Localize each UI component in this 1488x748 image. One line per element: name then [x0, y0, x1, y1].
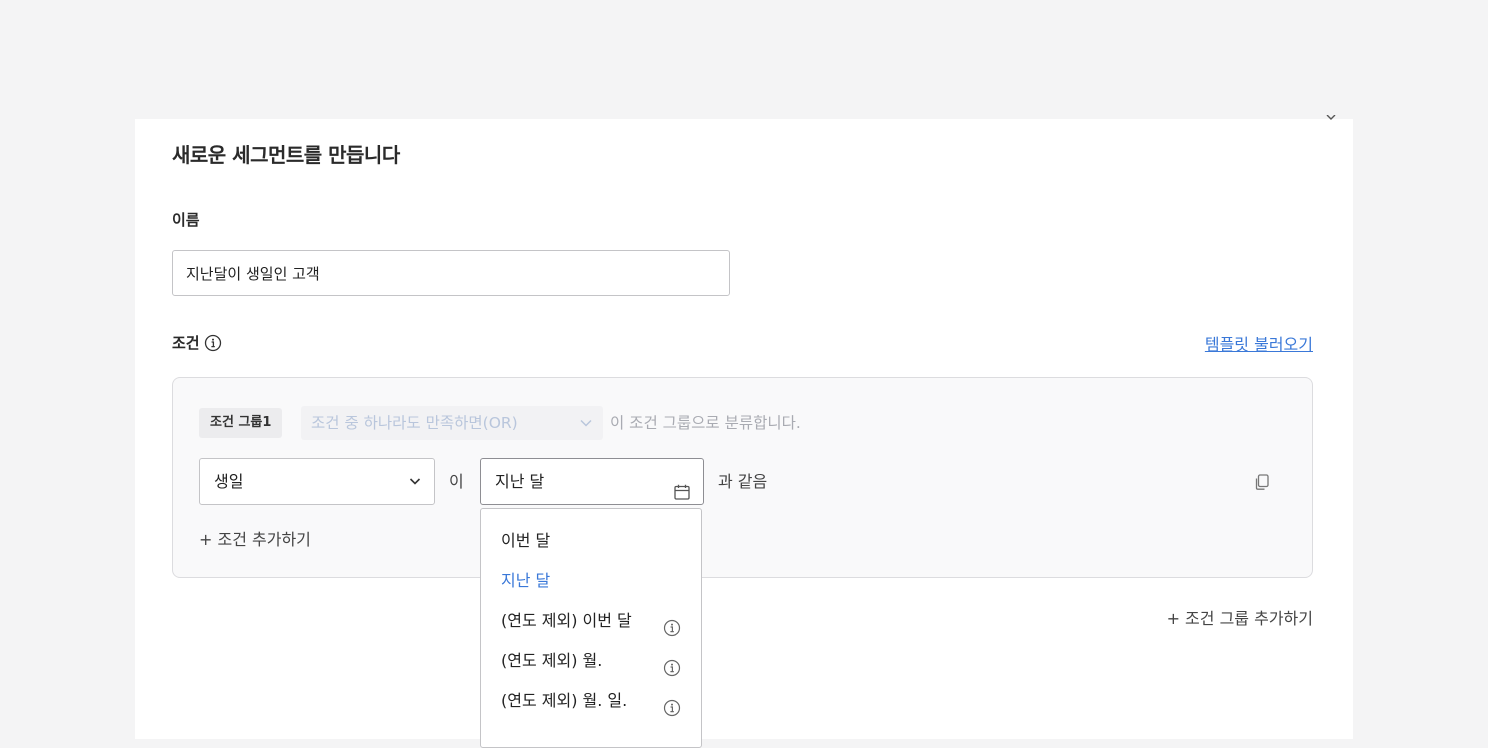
- logic-select[interactable]: 조건 중 하나라도 만족하면(OR): [301, 406, 603, 440]
- chevron-down-icon: [408, 459, 422, 504]
- operator-text: 이: [449, 472, 464, 491]
- dropdown-item-last-month[interactable]: 지난 달: [481, 561, 701, 601]
- info-icon[interactable]: [663, 652, 681, 677]
- name-label: 이름: [172, 211, 200, 229]
- field-select[interactable]: 생일: [199, 458, 435, 505]
- dropdown-item-this-month-no-year[interactable]: (연도 제외) 이번 달: [481, 601, 701, 641]
- copy-icon[interactable]: [1253, 473, 1271, 491]
- dropdown-item-label: 지난 달: [501, 571, 551, 590]
- dropdown-item-month-day-no-year[interactable]: (연도 제외) 월. 일.: [481, 681, 701, 721]
- dropdown-item-label: 이번 달: [501, 531, 551, 550]
- dropdown-item-this-month[interactable]: 이번 달: [481, 521, 701, 561]
- dropdown-item-label: (연도 제외) 월. 일.: [501, 691, 628, 710]
- logic-suffix-text: 이 조건 그룹으로 분류합니다.: [610, 414, 801, 432]
- calendar-icon[interactable]: [673, 473, 691, 500]
- info-icon[interactable]: [663, 692, 681, 717]
- logic-select-value: 조건 중 하나라도 만족하면(OR): [311, 414, 518, 432]
- dropdown-item-label: (연도 제외) 이번 달: [501, 611, 632, 630]
- add-condition-group-button[interactable]: + 조건 그룹 추가하기: [1167, 605, 1313, 629]
- date-value-input[interactable]: 지난 달: [480, 458, 704, 505]
- date-value: 지난 달: [495, 472, 545, 491]
- create-segment-modal: 새로운 세그먼트를 만듭니다 이름 조건 템플릿 불러오기 조건 그룹1 조건 …: [135, 114, 1353, 748]
- conditions-label-text: 조건: [172, 334, 200, 352]
- segment-name-input[interactable]: [172, 250, 730, 296]
- chevron-down-icon: [579, 406, 593, 440]
- close-icon[interactable]: [1325, 111, 1337, 123]
- info-icon[interactable]: [204, 334, 222, 352]
- field-select-value: 생일: [214, 472, 244, 491]
- condition-group: 조건 그룹1 조건 중 하나라도 만족하면(OR) 이 조건 그룹으로 분류합니…: [172, 377, 1313, 578]
- load-template-link[interactable]: 템플릿 불러오기: [1205, 331, 1313, 355]
- conditions-label: 조건: [172, 332, 222, 353]
- group-tag: 조건 그룹1: [199, 408, 283, 438]
- dropdown-item-month-no-year[interactable]: (연도 제외) 월.: [481, 641, 701, 681]
- add-condition-button[interactable]: + 조건 추가하기: [199, 526, 311, 550]
- date-options-dropdown: 이번 달 지난 달 (연도 제외) 이번 달 (연도 제외) 월. (연도 제외…: [480, 508, 702, 748]
- info-icon[interactable]: [663, 612, 681, 637]
- modal-title: 새로운 세그먼트를 만듭니다: [172, 143, 400, 167]
- comparator-text: 과 같음: [718, 472, 768, 491]
- dropdown-item-label: (연도 제외) 월.: [501, 651, 603, 670]
